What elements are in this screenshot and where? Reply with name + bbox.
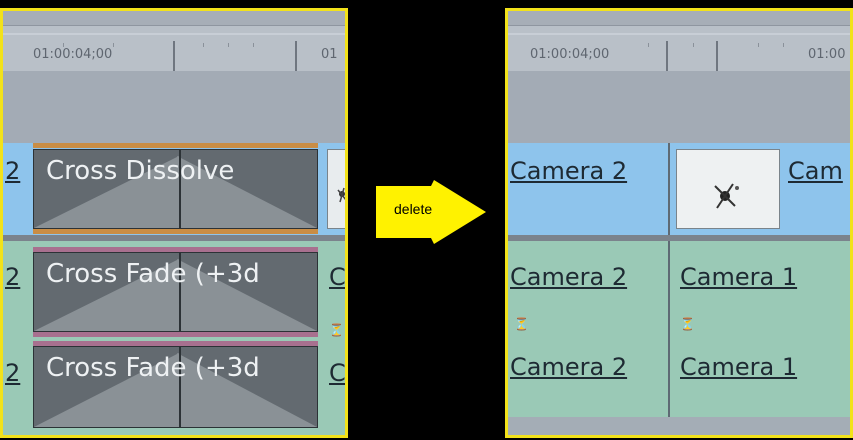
before-timeline-panel: 01:00:04;00 01 2 Cross Dissolve 2 Cross … (0, 8, 348, 438)
clip-name[interactable]: Camera 2 (510, 157, 627, 185)
cross-fade-transition[interactable]: Cross Fade (+3d (33, 252, 318, 332)
clip-name[interactable]: Camera 2 (510, 353, 627, 381)
after-timeline-panel: 01:00:04;00 01:00 Camera 2 Cam Camera 2 … (505, 8, 853, 438)
clip-name[interactable]: Cam (788, 157, 843, 185)
audio-track-2[interactable]: 2 Cross Fade (+3d C (3, 337, 346, 435)
delete-action-label: delete (394, 201, 433, 217)
clip-name-fragment: C (329, 359, 346, 387)
timecode-label: 01:00 (808, 47, 846, 62)
clip-name-fragment: 2 (5, 157, 21, 185)
clip-name[interactable]: Camera 1 (680, 353, 797, 381)
video-track[interactable]: Camera 2 Cam (508, 143, 850, 235)
transition-label: Cross Fade (+3d (46, 259, 260, 289)
timecode-label: 01:00:04;00 (530, 47, 610, 62)
clip-name-fragment: 2 (5, 359, 21, 387)
timecode-label: 01 (321, 47, 338, 62)
timeline-ruler[interactable]: 01:00:04;00 01:00 (508, 11, 850, 71)
thumbnail-image-icon (327, 149, 345, 229)
clip-name[interactable]: Camera 1 (680, 263, 797, 291)
keyframe-marker-icon: ⏳ (329, 323, 344, 337)
cross-fade-transition[interactable]: Cross Fade (+3d (33, 346, 318, 428)
audio-track-2[interactable]: Camera 2 Camera 1 (508, 331, 850, 417)
timecode-label: 01:00:04;00 (33, 47, 113, 62)
audio-track-1[interactable]: Camera 2 Camera 1 ⏳ ⏳ (508, 241, 850, 331)
cross-dissolve-transition[interactable]: Cross Dissolve (33, 149, 318, 229)
audio-track-1[interactable]: 2 Cross Fade (+3d C ⏳ (3, 241, 345, 337)
clip-name[interactable]: Camera 2 (510, 263, 627, 291)
keyframe-marker-icon: ⏳ (514, 317, 529, 331)
keyframe-marker-icon: ⏳ (680, 317, 695, 331)
video-track[interactable]: 2 Cross Dissolve (3, 143, 345, 235)
transition-label: Cross Dissolve (46, 156, 235, 186)
thumbnail-image-icon (676, 149, 780, 229)
clip-name-fragment: C (329, 263, 346, 291)
transition-label: Cross Fade (+3d (46, 353, 260, 383)
clip-name-fragment: 2 (5, 263, 21, 291)
timeline-ruler[interactable]: 01:00:04;00 01 (3, 11, 345, 71)
